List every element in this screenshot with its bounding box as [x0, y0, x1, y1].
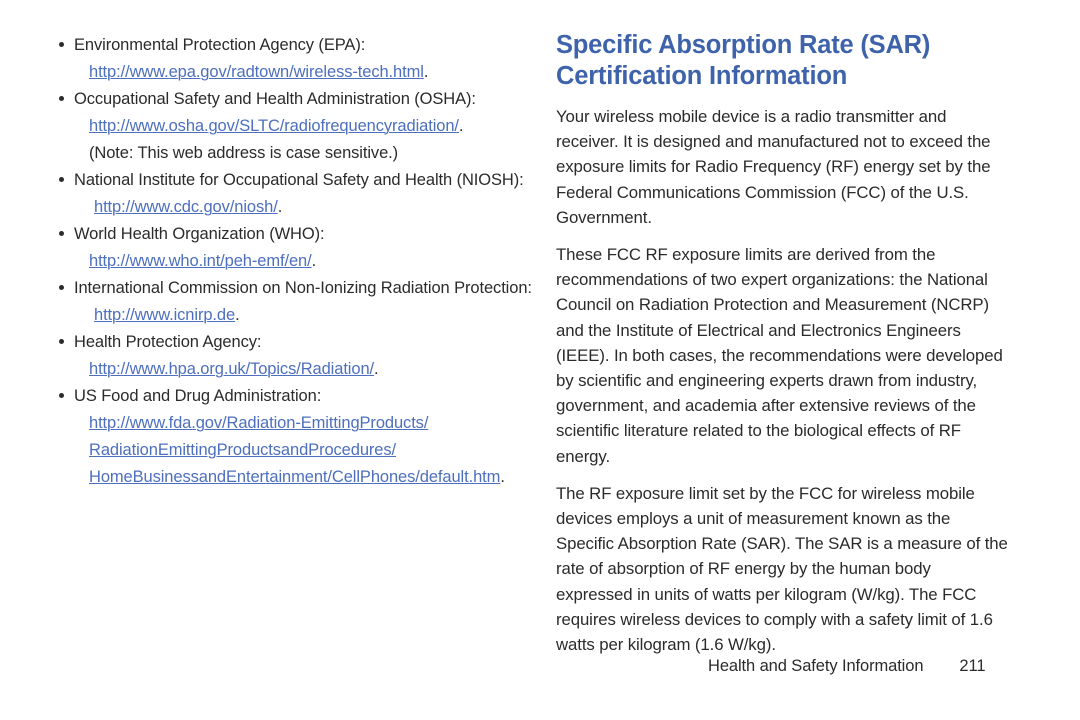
resource-link[interactable]: HomeBusinessandEntertainment/CellPhones/… [89, 468, 500, 486]
footer-section-label: Health and Safety Information [708, 657, 924, 675]
resource-url-line: http://www.cdc.gov/niosh/. [74, 194, 518, 221]
bullet-dot-icon [59, 177, 64, 182]
resource-link[interactable]: http://www.icnirp.de [94, 306, 235, 324]
bullet-dot-icon [59, 339, 64, 344]
sentence-period: . [235, 306, 240, 324]
resource-url-line: http://www.who.int/peh-emf/en/. [74, 248, 518, 275]
body-paragraph: The RF exposure limit set by the FCC for… [556, 483, 1008, 655]
list-item-label: National Institute for Occupational Safe… [74, 171, 524, 189]
agency-resource-list: Environmental Protection Agency (EPA): ht… [56, 32, 532, 491]
list-item-label: Occupational Safety and Health Administr… [74, 90, 476, 108]
resource-link[interactable]: http://www.epa.gov/radtown/wireless-tech… [89, 63, 424, 81]
list-item: International Commission on Non-Ionizing… [56, 275, 532, 329]
list-item-label: Environmental Protection Agency (EPA): [74, 36, 366, 54]
bullet-dot-icon [59, 42, 64, 47]
bullet-dot-icon [59, 96, 64, 101]
resource-url-line: HomeBusinessandEntertainment/CellPhones/… [74, 464, 518, 491]
sentence-period: . [277, 198, 283, 216]
resource-link[interactable]: http://www.osha.gov/SLTC/radiofrequencyr… [89, 117, 459, 135]
list-item: Health Protection Agency: http://www.hpa.… [56, 329, 518, 383]
resource-url-line: http://www.hpa.org.uk/Topics/Radiation/. [74, 356, 518, 383]
sentence-period: . [311, 252, 317, 270]
list-item-label: Health Protection Agency: [74, 333, 262, 351]
resource-link[interactable]: http://www.hpa.org.uk/Topics/Radiation/ [89, 360, 374, 378]
resource-note-text: (Note: This web address is case sensitiv… [89, 144, 399, 162]
bullet-dot-icon [59, 393, 64, 398]
resource-url-line: http://www.icnirp.de. [74, 302, 518, 329]
document-page: Environmental Protection Agency (EPA): ht… [0, 0, 1080, 720]
left-column: Environmental Protection Agency (EPA): ht… [56, 32, 532, 491]
resource-note-line: (Note: This web address is case sensitiv… [74, 140, 518, 167]
resource-link[interactable]: RadiationEmittingProductsandProcedures/ [89, 441, 396, 459]
body-paragraph: Your wireless mobile device is a radio t… [556, 107, 991, 227]
list-item: World Health Organization (WHO): http://w… [56, 221, 518, 275]
sentence-period: . [500, 468, 505, 486]
sentence-period: . [458, 117, 464, 135]
resource-url-line: http://www.epa.gov/radtown/wireless-tech… [74, 59, 518, 86]
list-item: Environmental Protection Agency (EPA): ht… [56, 32, 518, 86]
list-item: National Institute for Occupational Safe… [56, 167, 524, 221]
bullet-dot-icon [59, 231, 64, 236]
footer-page-number: 211 [959, 657, 986, 675]
sentence-period: . [423, 63, 429, 81]
resource-url-line: http://www.osha.gov/SLTC/radiofrequencyr… [74, 113, 518, 140]
resource-url-line: http://www.fda.gov/Radiation-EmittingPro… [74, 410, 518, 437]
resource-url-line: RadiationEmittingProductsandProcedures/ [74, 437, 518, 464]
list-item-label: World Health Organization (WHO): [74, 225, 325, 243]
resource-link[interactable]: http://www.fda.gov/Radiation-EmittingPro… [89, 414, 428, 432]
right-column: Specific Absorption Rate (SAR) Certifica… [556, 30, 1018, 669]
resource-link[interactable]: http://www.cdc.gov/niosh/ [94, 198, 278, 216]
page-footer: Health and Safety Information 211 [708, 655, 986, 677]
page-title: Specific Absorption Rate (SAR) Certifica… [556, 31, 931, 90]
list-item: Occupational Safety and Health Administr… [56, 86, 518, 167]
body-paragraph: These FCC RF exposure limits are derived… [556, 245, 1003, 466]
sentence-period: . [374, 360, 379, 378]
body-paragraphs: Your wireless mobile device is a radio t… [556, 104, 1018, 657]
bullet-dot-icon [59, 285, 64, 290]
list-item-label: International Commission on Non-Ionizing… [74, 279, 532, 297]
list-item-label: US Food and Drug Administration: [74, 387, 322, 405]
list-item: US Food and Drug Administration: http://w… [56, 383, 518, 491]
resource-link[interactable]: http://www.who.int/peh-emf/en/ [89, 252, 312, 270]
